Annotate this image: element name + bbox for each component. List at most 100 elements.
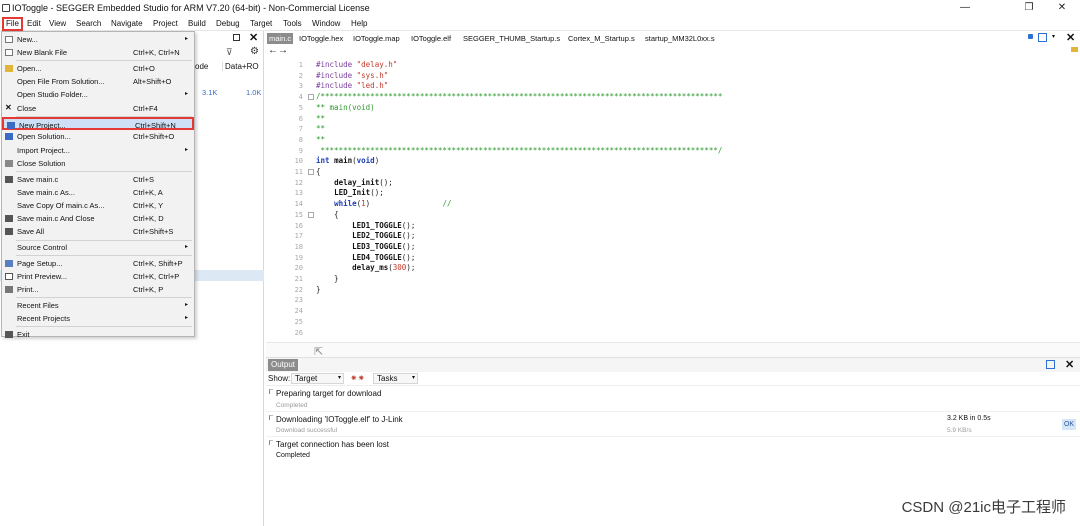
code-editor[interactable]: 1 2 3 4 5 6 7 8 9 10 11 12 13 14 15 16 17 18 19 20 21 22 23 24 2… (266, 58, 1080, 342)
code-line[interactable]: LED3_TOGGLE(); (316, 242, 415, 253)
code-line[interactable]: ** (316, 114, 325, 125)
code-line[interactable]: int main(void) (316, 156, 379, 167)
code-line[interactable]: delay_init(); (316, 178, 393, 189)
menu-item-label: Recent Projects (17, 314, 70, 323)
minimize-button[interactable]: — (955, 2, 975, 14)
tab-main-c[interactable]: main.c (267, 33, 294, 44)
fold-toggle-icon[interactable] (308, 94, 314, 101)
file-menu-item-open-solution[interactable]: Open Solution... Ctrl+Shift+O (2, 130, 194, 143)
code-line[interactable]: } (316, 274, 339, 285)
file-menu-item-new-project[interactable]: New Project... Ctrl+Shift+N (2, 117, 194, 131)
output-row[interactable]: Downloading 'IOToggle.elf' to J-Link Dow… (266, 412, 1080, 437)
code-line[interactable]: ** (316, 124, 325, 135)
menu-build[interactable]: Build (186, 17, 208, 31)
menu-target[interactable]: Target (248, 17, 274, 31)
code-line[interactable]: { (316, 167, 321, 178)
file-menu-item-import-project[interactable]: Import Project... ▸ (2, 144, 194, 157)
file-menu-item-open[interactable]: Open... Ctrl+O (2, 62, 194, 75)
menu-item-label: Source Control (17, 243, 68, 252)
file-menu-item-recent-files[interactable]: Recent Files ▸ (2, 299, 194, 312)
code-line[interactable]: ** main(void) (316, 103, 375, 114)
menu-item-label: Close (17, 103, 37, 113)
code-line[interactable]: /***************************************… (316, 92, 722, 103)
file-menu-item-new-blank-file[interactable]: New Blank File Ctrl+K, Ctrl+N (2, 46, 194, 59)
tasks-icon[interactable]: ⁕⁕ (350, 373, 365, 384)
code-line[interactable]: { (316, 210, 339, 221)
tab-list-icon[interactable] (1028, 34, 1033, 39)
menu-edit[interactable]: Edit (25, 17, 43, 31)
split-view-icon[interactable] (1038, 33, 1047, 42)
menu-tools[interactable]: Tools (281, 17, 304, 31)
file-menu-item-save-main-c-as[interactable]: Save main.c As... Ctrl+K, A (2, 186, 194, 199)
file-menu-item-save-main-c[interactable]: Save main.c Ctrl+S (2, 173, 194, 186)
column-code-header[interactable]: ode (195, 62, 208, 71)
tasks-select[interactable]: Tasks ▾ (373, 373, 418, 384)
output-close-icon[interactable]: ✕ (1065, 358, 1074, 371)
menu-view[interactable]: View (47, 17, 68, 31)
file-menu-item-save-main-c-and-close[interactable]: Save main.c And Close Ctrl+K, D (2, 212, 194, 225)
code-line[interactable]: #include "sys.h" (316, 71, 388, 82)
folder-icon[interactable] (1071, 47, 1078, 52)
menu-project[interactable]: Project (151, 17, 180, 31)
file-menu-item-recent-projects[interactable]: Recent Projects ▸ (2, 312, 194, 325)
pane-splitter[interactable]: ⇱ (266, 342, 1080, 358)
code-line[interactable]: LED4_TOGGLE(); (316, 253, 415, 264)
menu-window[interactable]: Window (310, 17, 342, 31)
file-menu-item-exit[interactable]: Exit (2, 328, 194, 341)
close-window-button[interactable]: ✕ (1052, 2, 1072, 14)
line-number: 22 (294, 285, 303, 294)
menu-navigate[interactable]: Navigate (109, 17, 145, 31)
file-menu-item-close-solution[interactable]: Close Solution (2, 157, 194, 170)
output-maximize-icon[interactable] (1046, 360, 1055, 369)
fold-toggle-icon[interactable] (308, 169, 314, 175)
menu-item-shortcut: Ctrl+K, D (133, 214, 164, 224)
file-menu-item-open-studio-folder[interactable]: Open Studio Folder... ▸ (2, 88, 194, 101)
file-menu-item-save-all[interactable]: Save All Ctrl+Shift+S (2, 225, 194, 238)
tab-segger-startup[interactable]: SEGGER_THUMB_Startup.s (461, 33, 562, 44)
restore-button[interactable]: ❐ (1019, 2, 1039, 14)
line-number: 17 (294, 232, 303, 241)
output-row[interactable]: Target connection has been lost Complete… (266, 437, 1080, 462)
tab-cortex-startup[interactable]: Cortex_M_Startup.s (566, 33, 637, 44)
file-menu-item-page-setup[interactable]: Page Setup... Ctrl+K, Shift+P (2, 257, 194, 270)
code-line[interactable]: while(1) // (316, 199, 451, 210)
back-forward-icon[interactable]: ←→ (268, 45, 288, 56)
code-line[interactable]: LED1_TOGGLE(); (316, 221, 415, 232)
tab-iotoggle-hex[interactable]: IOToggle.hex (297, 33, 345, 44)
file-menu-item-new[interactable]: New... ▸ (2, 33, 194, 46)
code-line[interactable]: } (316, 285, 321, 296)
tab-iotoggle-elf[interactable]: IOToggle.elf (409, 33, 453, 44)
tab-mm32-startup[interactable]: startup_MM32L0xx.s (643, 33, 717, 44)
code-line[interactable]: LED_Init(); (316, 188, 384, 199)
file-menu-item-open-file-from-solution[interactable]: Open File From Solution... Alt+Shift+O (2, 75, 194, 88)
output-tab[interactable]: Output (268, 359, 299, 371)
column-data-ro-header[interactable]: Data+RO (222, 62, 259, 71)
menu-file[interactable]: File (2, 17, 23, 31)
filter-icon[interactable]: ⊽ (226, 47, 233, 58)
ok-badge[interactable]: OK (1062, 419, 1076, 430)
code-line[interactable]: ** (316, 135, 325, 146)
close-panel-icon[interactable]: ✕ (249, 31, 258, 44)
file-menu-item-print-preview[interactable]: Print Preview... Ctrl+K, Ctrl+P (2, 270, 194, 283)
close-editor-icon[interactable]: ✕ (1066, 31, 1075, 44)
code-line[interactable]: #include "delay.h" (316, 60, 397, 71)
settings-gear-icon[interactable]: ⚙ (250, 46, 259, 57)
menu-help[interactable]: Help (349, 17, 369, 31)
tab-iotoggle-map[interactable]: IOToggle.map (351, 33, 402, 44)
fold-toggle-icon[interactable] (308, 211, 314, 218)
file-menu-item-save-copy-of-main-c-as[interactable]: Save Copy Of main.c As... Ctrl+K, Y (2, 199, 194, 212)
output-row[interactable]: Preparing target for download Completed (266, 386, 1080, 412)
maximize-panel-icon[interactable] (233, 34, 240, 41)
code-line[interactable]: #include "led.h" (316, 81, 388, 92)
menu-debug[interactable]: Debug (214, 17, 242, 31)
dropdown-arrow-icon[interactable]: ▾ (1052, 33, 1055, 40)
menu-item-label: New... (17, 35, 38, 44)
show-target-select[interactable]: Target ▾ (291, 373, 344, 384)
file-menu-item-print[interactable]: Print... Ctrl+K, P (2, 283, 194, 296)
code-line[interactable]: LED2_TOGGLE(); (316, 231, 415, 242)
code-line[interactable]: delay_ms(300); (316, 263, 415, 274)
file-menu-item-close[interactable]: ✕ Close Ctrl+F4 (2, 102, 194, 115)
code-line[interactable]: ****************************************… (316, 146, 723, 157)
menu-search[interactable]: Search (74, 17, 103, 31)
file-menu-item-source-control[interactable]: Source Control ▸ (2, 241, 194, 254)
